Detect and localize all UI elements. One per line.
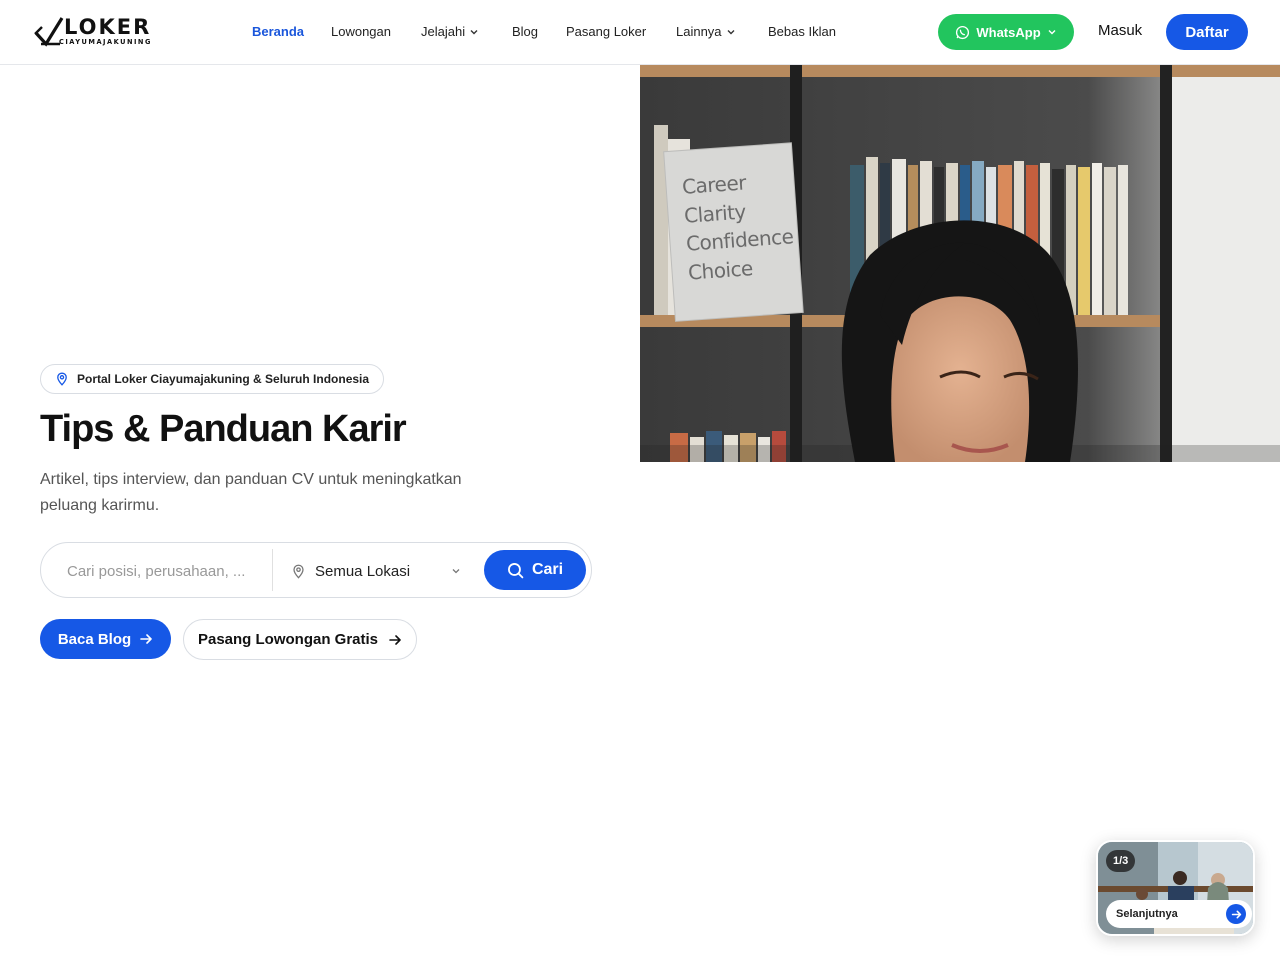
nav-label: Beranda — [252, 24, 305, 39]
search-bar: Semua Lokasi Cari — [40, 542, 592, 598]
arrow-right-icon — [1226, 904, 1246, 924]
post-job-label: Pasang Lowongan Gratis — [197, 631, 379, 648]
nav-lainnya[interactable]: Lainnya — [676, 24, 736, 39]
post-job-button[interactable]: Pasang Lowongan Gratis — [183, 619, 417, 660]
nav-beranda[interactable]: Beranda — [252, 24, 304, 39]
nav-lowongan[interactable]: Lowongan — [331, 24, 391, 39]
badge-text: Portal Loker Ciayumajakuning & Seluruh I… — [77, 372, 370, 386]
nav-blog[interactable]: Blog — [512, 24, 538, 39]
location-select[interactable]: Semua Lokasi — [291, 555, 471, 587]
nav-jelajahi[interactable]: Jelajahi — [421, 24, 479, 39]
search-input[interactable] — [67, 561, 267, 581]
register-button[interactable]: Daftar — [1166, 14, 1248, 50]
brand-subtitle: CIAYUMAJAKUNING — [59, 38, 152, 46]
next-slide-label: Selanjutnya — [1116, 908, 1178, 920]
login-button[interactable]: Masuk — [1098, 22, 1142, 39]
chevron-down-icon — [1048, 30, 1056, 35]
chevron-down-icon — [470, 29, 478, 34]
nav-pasang-loker[interactable]: Pasang Loker — [566, 24, 646, 39]
nav-label: Jelajahi — [421, 24, 466, 39]
nav-label: Bebas Iklan — [768, 24, 836, 39]
read-blog-button[interactable]: Baca Blog — [40, 619, 171, 659]
portal-badge: Portal Loker Ciayumajakuning & Seluruh I… — [40, 364, 385, 394]
search-button[interactable]: Cari — [484, 550, 586, 590]
map-pin-icon — [57, 372, 67, 386]
nav-label: Blog — [512, 24, 539, 39]
location-value: Semua Lokasi — [315, 562, 411, 580]
whatsapp-button[interactable]: WhatsApp — [938, 14, 1074, 50]
brand-name: LOKER — [64, 15, 152, 39]
sign-text: Career Clarity Confidence Choice — [681, 165, 796, 286]
next-slide-button[interactable]: Selanjutnya — [1106, 900, 1252, 928]
chevron-down-icon — [727, 29, 735, 34]
nav-label: Lainnya — [676, 24, 722, 39]
page-title: Tips & Panduan Karir — [40, 408, 407, 450]
search-button-label: Cari — [531, 561, 564, 578]
map-pin-icon — [293, 564, 304, 579]
search-divider — [272, 549, 273, 591]
search-icon — [507, 562, 524, 578]
arrow-right-icon — [389, 634, 401, 645]
whatsapp-label: WhatsApp — [976, 24, 1041, 40]
slider-preview-card[interactable]: 1/3 Selanjutnya — [1096, 840, 1255, 936]
nav-label: Pasang Loker — [566, 24, 647, 39]
hero-image: Career Clarity Confidence Choice — [640, 65, 1280, 462]
slide-counter: 1/3 — [1106, 850, 1136, 872]
site-header: LOKER CIAYUMAJAKUNING Beranda Lowongan J… — [0, 0, 1280, 65]
chevron-down-icon — [452, 569, 460, 574]
arrow-right-icon — [140, 634, 152, 644]
read-blog-label: Baca Blog — [57, 630, 132, 648]
page-subtitle: Artikel, tips interview, dan panduan CV … — [40, 471, 462, 514]
nav-label: Lowongan — [331, 24, 391, 39]
whatsapp-icon — [956, 25, 970, 39]
nav-bebas-iklan[interactable]: Bebas Iklan — [768, 24, 836, 39]
